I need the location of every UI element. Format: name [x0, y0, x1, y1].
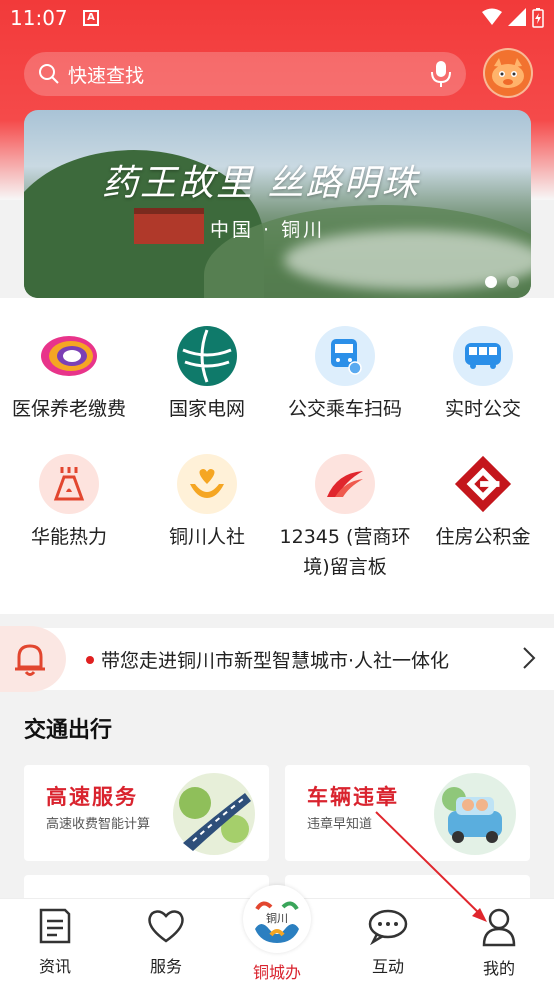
- highway-illustration-icon: [173, 773, 255, 855]
- tab-news[interactable]: 资讯: [0, 907, 110, 977]
- service-grid: 医保养老缴费 国家电网 公交乘车扫码 实时公交 华能热力 铜川人社 12345 …: [0, 298, 554, 614]
- notice-text: 带您走进铜川市新型智慧城市·人社一体化: [101, 650, 450, 672]
- hands-heart-icon: [177, 454, 237, 514]
- news-icon: [39, 908, 71, 944]
- carousel-dot-active: [485, 276, 497, 288]
- service-label: 12345 (营商环境)留言板: [279, 526, 411, 578]
- service-housing-fund[interactable]: 住房公积金: [414, 454, 552, 552]
- avatar[interactable]: [483, 48, 533, 98]
- service-label: 医保养老缴费: [11, 398, 126, 420]
- housing-fund-logo-icon: [453, 454, 513, 514]
- card-subtitle: 高速收费智能计算: [46, 817, 151, 832]
- bus-scan-icon: [315, 326, 375, 386]
- state-grid-globe-icon: [177, 326, 237, 386]
- tab-label: 铜城办: [252, 963, 301, 982]
- status-bar: 11:07 A: [0, 0, 554, 36]
- bell-icon: [0, 626, 66, 692]
- card-title: 高速服务: [46, 784, 138, 809]
- service-medical-pension[interactable]: 医保养老缴费: [0, 326, 138, 424]
- city-logo-icon: 铜川: [243, 885, 311, 953]
- bottom-tab-bar: 资讯 服务 铜川 铜城办 互动 我的: [0, 885, 554, 984]
- mascot-icon: [492, 58, 524, 88]
- tab-service[interactable]: 服务: [111, 907, 221, 977]
- card-vehicle-violation[interactable]: 车辆违章 违章早知道: [285, 765, 530, 861]
- tab-label: 我的: [482, 959, 515, 978]
- search-bar[interactable]: 快速查找: [24, 52, 466, 96]
- service-label: 公交乘车扫码: [287, 398, 402, 420]
- notice-bar[interactable]: 带您走进铜川市新型智慧城市·人社一体化: [0, 626, 554, 692]
- hotline-logo-icon: [315, 454, 375, 514]
- service-label: 实时公交: [444, 398, 521, 420]
- carousel-dot: [507, 276, 519, 288]
- car-illustration-icon: [434, 773, 516, 855]
- notice-dot: [86, 656, 94, 664]
- person-icon: [482, 908, 516, 947]
- service-bus-scan[interactable]: 公交乘车扫码: [276, 326, 414, 424]
- carousel-indicator: [485, 276, 519, 288]
- banner-carousel[interactable]: 药王故里 丝路明珠 中国 · 铜川: [24, 110, 531, 298]
- heart-icon: [148, 910, 184, 943]
- banner-subtitle: 中国 · 铜川: [210, 219, 326, 241]
- signal-icon: [508, 8, 526, 26]
- service-label: 铜川人社: [168, 526, 245, 548]
- wifi-icon: [482, 8, 502, 25]
- service-12345-board[interactable]: 12345 (营商环境)留言板: [276, 454, 414, 582]
- service-label: 住房公积金: [435, 526, 531, 548]
- service-state-grid[interactable]: 国家电网: [138, 326, 276, 424]
- search-placeholder: 快速查找: [68, 64, 145, 87]
- service-heating[interactable]: 华能热力: [0, 454, 138, 552]
- city-logo-text: 铜川: [266, 911, 288, 925]
- card-title: 车辆违章: [307, 784, 399, 809]
- bus-icon: [453, 326, 513, 386]
- chat-icon: [368, 909, 408, 946]
- card-subtitle: 违章早知道: [307, 817, 373, 832]
- tab-label: 互动: [371, 957, 404, 976]
- status-time: 11:07: [10, 6, 68, 30]
- tab-label: 服务: [149, 957, 182, 976]
- microphone-icon[interactable]: [430, 60, 452, 88]
- service-label: 华能热力: [30, 526, 107, 548]
- notification-badge: A: [83, 10, 99, 26]
- card-highway-service[interactable]: 高速服务 高速收费智能计算: [24, 765, 269, 861]
- banner-temple: [134, 208, 204, 244]
- service-social-security[interactable]: 铜川人社: [138, 454, 276, 552]
- tab-label: 资讯: [38, 957, 71, 976]
- banner-title: 药王故里 丝路明珠: [102, 163, 420, 204]
- service-label: 国家电网: [168, 398, 245, 420]
- tab-mine[interactable]: 我的: [444, 907, 554, 979]
- battery-icon: [532, 8, 544, 28]
- section-title: 交通出行: [24, 718, 113, 743]
- service-realtime-bus[interactable]: 实时公交: [414, 326, 552, 424]
- search-icon: [39, 64, 59, 84]
- chevron-right-icon[interactable]: [522, 646, 536, 670]
- system-icons: [482, 8, 544, 28]
- colorful-ring-icon: [39, 326, 99, 386]
- heating-icon: [39, 454, 99, 514]
- tab-city-office[interactable]: 铜川 铜城办: [222, 885, 332, 983]
- tab-interact[interactable]: 互动: [333, 907, 443, 977]
